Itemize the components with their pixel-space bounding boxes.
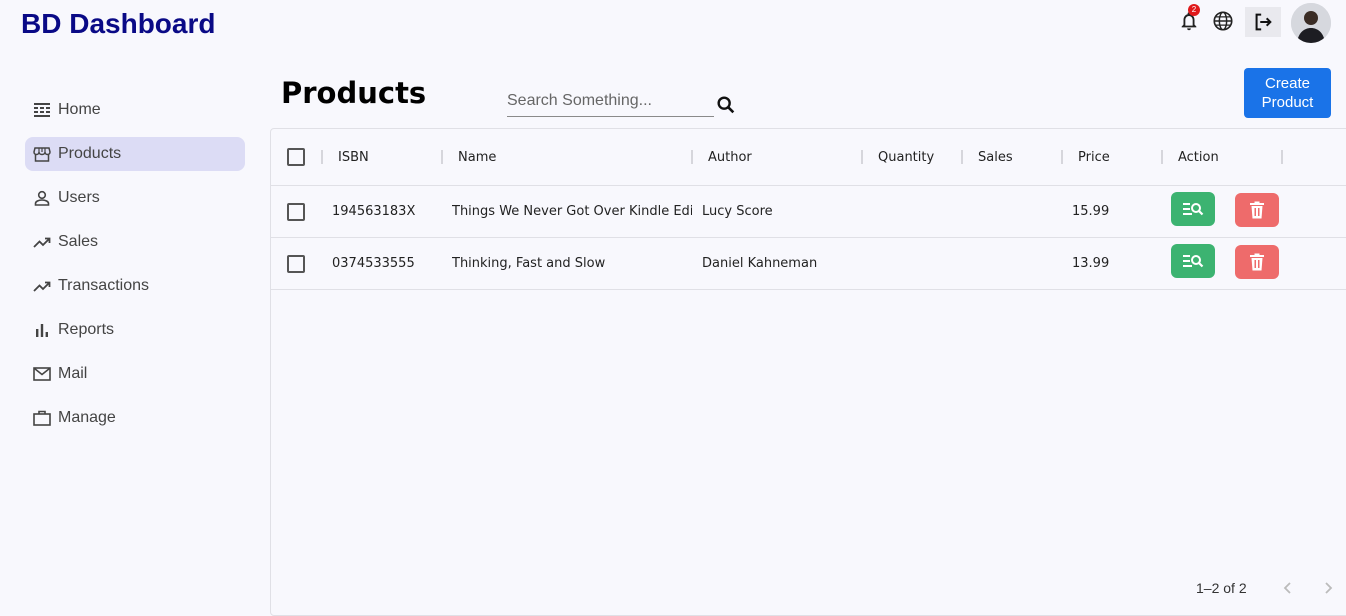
cell-sales bbox=[972, 238, 1052, 289]
create-product-button[interactable]: Create Product bbox=[1244, 68, 1331, 118]
column-separator[interactable] bbox=[861, 150, 863, 164]
sidebar-item-label: Products bbox=[58, 145, 122, 162]
app-title: BD Dashboard bbox=[21, 8, 216, 39]
cell-name: Things We Never Got Over Kindle Edition bbox=[452, 204, 692, 219]
select-all-checkbox[interactable] bbox=[287, 129, 305, 185]
column-separator[interactable] bbox=[691, 150, 693, 164]
sidebar-nav: Home Products Users Sales Transactions R… bbox=[25, 93, 245, 445]
chevron-left-icon bbox=[1283, 582, 1291, 594]
sidebar-item-users[interactable]: Users bbox=[25, 181, 245, 215]
cell-quantity bbox=[872, 186, 952, 237]
person-icon bbox=[33, 189, 51, 207]
column-header-sales[interactable]: Sales bbox=[978, 129, 1013, 185]
column-separator[interactable] bbox=[1161, 150, 1163, 164]
trash-icon bbox=[1250, 253, 1264, 271]
column-header-name[interactable]: Name bbox=[458, 129, 496, 185]
cell-author: Daniel Kahneman bbox=[702, 256, 818, 271]
column-separator[interactable] bbox=[321, 150, 323, 164]
bar-chart-icon bbox=[33, 321, 51, 339]
logout-button[interactable] bbox=[1245, 7, 1281, 37]
view-details-button[interactable] bbox=[1171, 192, 1215, 226]
cell-author: Lucy Score bbox=[702, 204, 773, 219]
sidebar-item-label: Users bbox=[58, 189, 100, 206]
sidebar-item-label: Mail bbox=[58, 365, 88, 382]
home-icon bbox=[33, 101, 51, 119]
table-header: ISBN Name Author Quantity Sales Price Ac… bbox=[271, 129, 1346, 186]
sidebar-item-mail[interactable]: Mail bbox=[25, 357, 245, 391]
column-header-isbn[interactable]: ISBN bbox=[338, 129, 369, 185]
language-globe-icon[interactable] bbox=[1212, 10, 1234, 32]
sidebar-item-label: Transactions bbox=[58, 277, 149, 294]
row-checkbox[interactable] bbox=[287, 186, 305, 237]
column-separator[interactable] bbox=[441, 150, 443, 164]
cell-price: 13.99 bbox=[1072, 256, 1110, 271]
cell-price: 15.99 bbox=[1072, 204, 1110, 219]
trending-up-icon bbox=[33, 277, 51, 295]
logout-icon bbox=[1255, 13, 1272, 31]
cell-name: Thinking, Fast and Slow bbox=[452, 256, 606, 271]
notification-badge: 2 bbox=[1188, 4, 1200, 16]
column-header-author[interactable]: Author bbox=[708, 129, 752, 185]
store-icon bbox=[33, 145, 51, 163]
next-page-button[interactable] bbox=[1318, 578, 1338, 598]
previous-page-button[interactable] bbox=[1278, 578, 1298, 598]
pagination-label: 1–2 of 2 bbox=[1196, 580, 1247, 596]
row-checkbox[interactable] bbox=[287, 238, 305, 289]
column-separator[interactable] bbox=[1281, 150, 1283, 164]
table-row[interactable]: 0374533555 Thinking, Fast and Slow Danie… bbox=[271, 238, 1346, 290]
search-field bbox=[507, 86, 714, 117]
column-header-quantity[interactable]: Quantity bbox=[878, 129, 934, 185]
cell-quantity bbox=[872, 238, 952, 289]
cell-isbn: 0374533555 bbox=[332, 256, 415, 271]
view-list-search-icon bbox=[1183, 255, 1204, 268]
sidebar-item-transactions[interactable]: Transactions bbox=[25, 269, 245, 303]
cell-isbn: 194563183X bbox=[332, 204, 416, 219]
mail-icon bbox=[33, 365, 51, 383]
sidebar-item-manage[interactable]: Manage bbox=[25, 401, 245, 435]
column-header-action: Action bbox=[1178, 149, 1219, 165]
column-separator[interactable] bbox=[961, 150, 963, 164]
delete-button[interactable] bbox=[1235, 245, 1279, 279]
sidebar-item-reports[interactable]: Reports bbox=[25, 313, 245, 347]
trash-icon bbox=[1250, 201, 1264, 219]
sidebar-item-sales[interactable]: Sales bbox=[25, 225, 245, 259]
products-table: ISBN Name Author Quantity Sales Price Ac… bbox=[270, 128, 1346, 616]
user-avatar[interactable] bbox=[1291, 3, 1331, 43]
chevron-right-icon bbox=[1325, 582, 1333, 594]
view-details-button[interactable] bbox=[1171, 244, 1215, 278]
sidebar-item-label: Reports bbox=[58, 321, 115, 338]
column-header-price[interactable]: Price bbox=[1078, 129, 1110, 185]
table-row[interactable]: 194563183X Things We Never Got Over Kind… bbox=[271, 186, 1346, 238]
sidebar-item-home[interactable]: Home bbox=[25, 93, 245, 127]
cell-sales bbox=[972, 186, 1052, 237]
column-separator[interactable] bbox=[1061, 150, 1063, 164]
sidebar-item-products[interactable]: Products bbox=[25, 137, 245, 171]
search-icon[interactable] bbox=[715, 94, 737, 116]
checkbox-box bbox=[287, 148, 305, 166]
sidebar-item-label: Home bbox=[58, 101, 101, 118]
briefcase-icon bbox=[33, 409, 51, 427]
sidebar-item-label: Sales bbox=[58, 233, 99, 250]
trending-up-icon bbox=[33, 233, 51, 251]
checkbox-box bbox=[287, 202, 305, 221]
view-list-search-icon bbox=[1183, 203, 1204, 216]
sidebar-item-label: Manage bbox=[58, 409, 116, 426]
checkbox-box bbox=[287, 254, 305, 273]
delete-button[interactable] bbox=[1235, 193, 1279, 227]
search-input[interactable] bbox=[507, 86, 714, 116]
page-title: Products bbox=[281, 76, 427, 110]
